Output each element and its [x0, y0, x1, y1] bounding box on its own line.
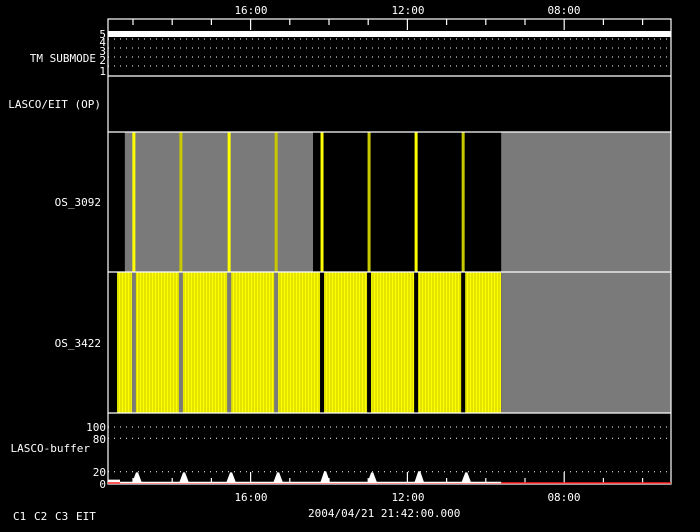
legend-c3: C3	[55, 510, 68, 523]
tm-submode-level-bar	[108, 31, 671, 37]
os3422-gap	[178, 272, 183, 413]
os3422-gap	[274, 272, 279, 413]
top-tick-label-16: 16:00	[234, 4, 267, 17]
buffer-peak	[273, 472, 284, 483]
os3092-marker	[179, 132, 183, 272]
os3092-segment	[501, 132, 672, 272]
os3092-marker	[274, 132, 278, 272]
panel-label-lasco-buffer: LASCO-buffer	[11, 442, 91, 455]
os3092-marker	[414, 132, 418, 272]
panel-label-tm-submode: TM SUBMODE	[30, 52, 96, 65]
os3092-marker	[461, 132, 465, 272]
os3422-gap	[227, 272, 232, 413]
panel-label-os-3092: OS_3092	[55, 196, 101, 209]
buffer-peak	[461, 472, 472, 483]
top-tick-label-08: 08:00	[547, 4, 580, 17]
os3422-gap	[461, 272, 466, 413]
buffer-ytick-80: 80	[93, 433, 106, 446]
timestamp: 2004/04/21 21:42:00.000	[308, 507, 460, 520]
os3092-marker	[132, 132, 136, 272]
buffer-ytick-0: 0	[99, 478, 106, 491]
buffer-peak	[414, 471, 425, 483]
legend-eit: EIT	[76, 510, 96, 523]
lasco-timeline-chart: 16:00 12:00 08:00 16:00 12:00 08:00 2004…	[8, 4, 672, 523]
panel-label-lasco-eit: LASCO/EIT (OP)	[8, 98, 101, 111]
os3422-gap	[414, 272, 419, 413]
tm-ytick-1: 1	[99, 65, 106, 78]
buffer-peak	[226, 472, 237, 483]
os3092-segment	[124, 132, 314, 272]
os3422-gap	[131, 272, 136, 413]
os3422-segment	[501, 272, 672, 413]
os3092-marker	[227, 132, 231, 272]
bottom-tick-label-12: 12:00	[391, 491, 424, 504]
os3422-gap	[320, 272, 325, 413]
top-tick-label-12: 12:00	[391, 4, 424, 17]
legend-c1: C1	[13, 510, 26, 523]
legend-c2: C2	[34, 510, 47, 523]
os3092-marker	[367, 132, 371, 272]
bottom-tick-label-16: 16:00	[234, 491, 267, 504]
os3092-marker	[320, 132, 324, 272]
buffer-peak	[132, 472, 143, 483]
buffer-peak	[367, 472, 378, 483]
buffer-peak	[179, 472, 190, 483]
panel-label-os-3422: OS_3422	[55, 337, 101, 350]
os3422-gap	[367, 272, 372, 413]
bottom-tick-label-08: 08:00	[547, 491, 580, 504]
buffer-peak	[320, 471, 331, 483]
